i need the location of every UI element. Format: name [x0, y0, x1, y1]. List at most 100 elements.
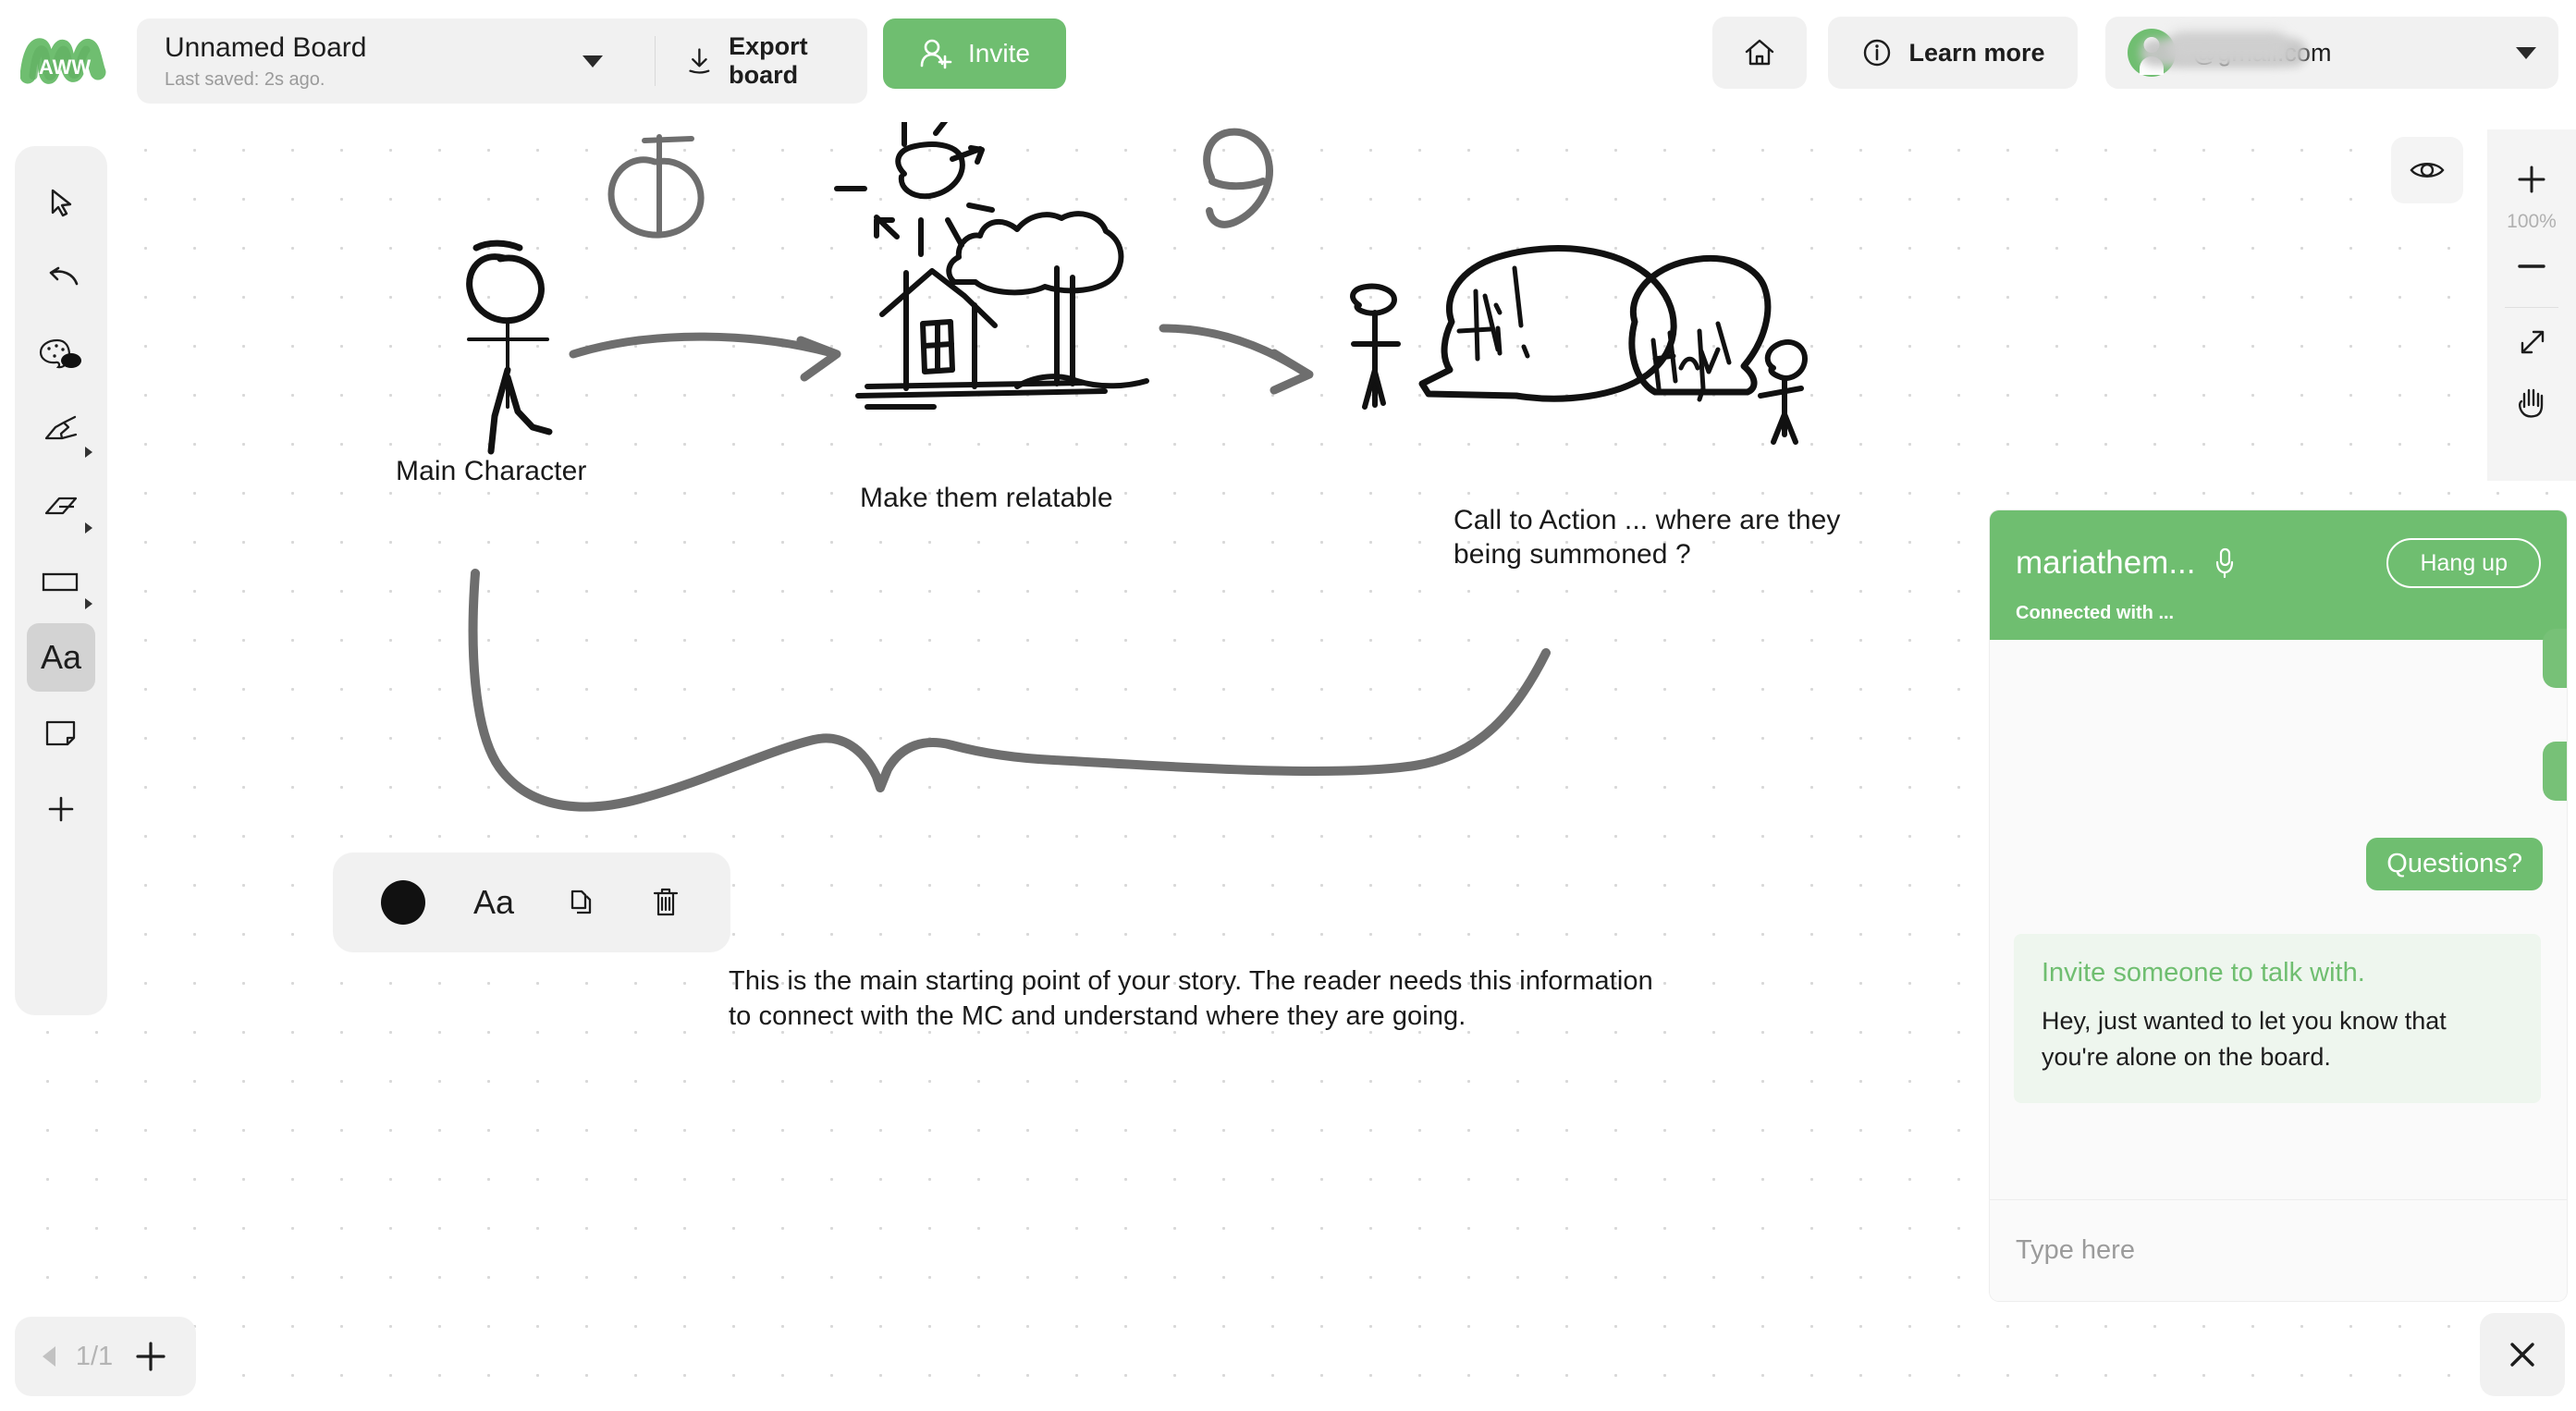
add-more-tool[interactable]	[27, 775, 95, 843]
chat-system-title: Invite someone to talk with.	[2042, 958, 2365, 988]
sketch-stick-figure-2	[1350, 283, 1401, 410]
chat-input-row	[1990, 1199, 2567, 1301]
board-info-pill: Unnamed Board Last saved: 2s ago. Export…	[137, 18, 867, 104]
color-circle-icon[interactable]	[381, 880, 425, 925]
svg-text:AWW: AWW	[39, 55, 91, 79]
rectangle-icon	[42, 572, 79, 592]
export-board-label: Export board	[729, 32, 808, 89]
fit-to-screen-button[interactable]	[2498, 313, 2565, 373]
chat-bubble-edge-1: ,	[2543, 629, 2567, 688]
undo-tool[interactable]	[27, 244, 95, 313]
divider	[2505, 307, 2558, 308]
chat-input[interactable]	[2016, 1235, 2541, 1266]
chevron-down-icon[interactable]	[583, 55, 604, 67]
page-navigation: 1/1	[15, 1317, 196, 1396]
visibility-toggle-button[interactable]	[2391, 137, 2463, 203]
undo-arrow-icon	[49, 266, 79, 286]
sketch-arrow-1	[569, 332, 841, 382]
zoom-level-label: 100%	[2507, 211, 2557, 232]
top-bar: AWW Unnamed Board Last saved: 2s ago. Ex…	[0, 0, 2576, 122]
zoom-in-button[interactable]	[2498, 150, 2565, 209]
user-plus-icon	[920, 39, 952, 69]
canvas-note-paragraph[interactable]: This is the main starting point of your …	[729, 963, 1653, 1035]
cursor-arrow-icon	[51, 189, 72, 217]
color-tool[interactable]	[27, 320, 95, 388]
sketch-sun	[834, 108, 995, 257]
trash-icon	[653, 888, 679, 916]
chat-header-row: mariathem... Hang up	[2016, 538, 2541, 588]
copy-icon	[570, 890, 592, 914]
sketch-house	[855, 268, 1108, 410]
zoom-rail: 100%	[2487, 129, 2576, 481]
email-redaction-blur-2	[2168, 31, 2288, 63]
eraser-tool[interactable]	[27, 472, 95, 540]
sketch-speech-bubble-1	[1418, 245, 1677, 402]
whiteboard-app: Main Character Make them relatable Call …	[0, 0, 2576, 1411]
select-tool[interactable]	[27, 168, 95, 237]
sketch-speech-bubble-2	[1628, 254, 1772, 402]
pan-tool-button[interactable]	[2498, 373, 2565, 432]
palette-icon	[39, 338, 81, 369]
sketch-stick-figure-main	[466, 239, 553, 455]
board-saved-status: Last saved: 2s ago.	[165, 68, 325, 90]
home-icon	[1745, 39, 1774, 66]
page-indicator: 1/1	[75, 1341, 114, 1371]
text-aa-icon: Aa	[473, 883, 515, 921]
chat-message-sent: Questions?	[2366, 838, 2543, 890]
sketch-stick-figure-3	[1758, 339, 1808, 445]
sketch-leaf-gray	[1203, 128, 1273, 228]
chevron-right-icon	[85, 447, 92, 458]
delete-button[interactable]	[647, 883, 684, 922]
board-title: Unnamed Board	[165, 31, 367, 63]
object-context-toolbar: Aa	[333, 853, 730, 952]
font-style-button[interactable]: Aa	[473, 883, 514, 922]
chat-system-body: Hey, just wanted to let you know that yo…	[2042, 1007, 2447, 1071]
sketch-tree	[946, 211, 1149, 389]
add-page-button[interactable]	[133, 1339, 168, 1374]
sketch-arrow-2	[1159, 324, 1314, 395]
info-circle-icon	[1864, 39, 1891, 67]
hand-icon	[2519, 388, 2544, 418]
chat-call-panel: mariathem... Hang up Connected with ... …	[1990, 510, 2567, 1301]
plus-icon	[48, 796, 74, 822]
triangle-left-icon[interactable]	[42, 1346, 55, 1367]
chevron-right-icon	[85, 522, 92, 534]
canvas-note-relatable[interactable]: Make them relatable	[860, 482, 1113, 516]
download-icon	[689, 48, 710, 74]
close-panel-button[interactable]	[2480, 1313, 2565, 1396]
learn-more-button[interactable]: Learn more	[1828, 17, 2078, 89]
sticky-note-tool[interactable]	[27, 699, 95, 767]
chevron-right-icon	[85, 598, 92, 609]
microphone-icon[interactable]	[2213, 546, 2237, 580]
minus-icon	[2518, 264, 2545, 268]
hang-up-button[interactable]: Hang up	[2386, 538, 2541, 588]
text-tool[interactable]: Aa	[27, 623, 95, 692]
home-button[interactable]	[1712, 17, 1807, 89]
canvas-note-main-character[interactable]: Main Character	[396, 455, 586, 489]
learn-more-label: Learn more	[1908, 38, 2045, 67]
plus-icon	[2518, 166, 2545, 193]
board-name-dropdown[interactable]: Unnamed Board Last saved: 2s ago.	[137, 18, 531, 104]
eraser-icon	[44, 497, 78, 515]
expand-diagonal-icon	[2521, 330, 2545, 354]
plus-icon	[136, 1342, 166, 1371]
chat-bubble-edge-2: ,	[2543, 742, 2567, 801]
sketch-circle-gray	[607, 134, 705, 239]
sticky-note-icon	[45, 720, 76, 746]
invite-label: Invite	[968, 39, 1030, 67]
sketch-story-arc	[468, 569, 1551, 812]
marker-pen-icon	[44, 415, 78, 440]
chat-messages: , , Questions? Invite someone to talk wi…	[1990, 629, 2567, 1199]
close-x-icon	[2510, 1343, 2534, 1367]
export-board-button[interactable]: Export board	[656, 18, 867, 104]
chat-header: mariathem... Hang up Connected with ...	[1990, 510, 2567, 640]
aww-logo-icon[interactable]: AWW	[20, 35, 109, 92]
caller-name: mariathem...	[2016, 545, 2196, 581]
pen-tool[interactable]	[27, 396, 95, 464]
shape-tool[interactable]	[27, 547, 95, 616]
invite-button[interactable]: Invite	[883, 18, 1066, 89]
canvas-note-call-to-action[interactable]: Call to Action ... where are they being …	[1454, 504, 1841, 571]
zoom-out-button[interactable]	[2498, 237, 2565, 296]
eye-icon	[2410, 163, 2445, 178]
duplicate-button[interactable]	[562, 884, 599, 921]
